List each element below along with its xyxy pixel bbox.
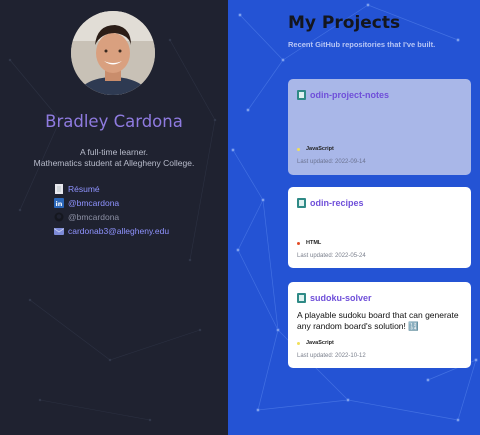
profile-panel: Bradley Cardona A full-time learner. Mat…: [0, 0, 228, 435]
language-dot: [297, 241, 300, 245]
language-label: JavaScript: [306, 340, 334, 346]
repo-updated: Last updated: 2022-09-14: [297, 159, 366, 165]
bio-line-2: Mathematics student at Allegheny College…: [33, 158, 195, 168]
repo-icon: [297, 293, 306, 303]
resume-label: Résumé: [68, 184, 100, 194]
resume-link[interactable]: Résumé: [54, 182, 169, 196]
email-link[interactable]: cardonab3@allegheny.edu: [53, 224, 170, 238]
repo-language: JavaScript: [297, 146, 334, 152]
repo-header: odin-project-notes: [297, 88, 462, 102]
repo-card[interactable]: odin-project-notes JavaScript Last updat…: [288, 79, 471, 175]
linkedin-link[interactable]: in @bmcardona: [54, 196, 169, 210]
language-label: JavaScript: [306, 146, 334, 152]
repo-name-link[interactable]: odin-recipes: [310, 198, 364, 208]
repo-name-link[interactable]: odin-project-notes: [310, 90, 389, 100]
svg-text:in: in: [56, 200, 63, 208]
github-label: @bmcardona: [68, 212, 120, 222]
repo-name-link[interactable]: sudoku-solver: [310, 293, 372, 303]
repo-language: HTML: [297, 240, 321, 246]
projects-panel: My Projects Recent GitHub repositories t…: [228, 0, 480, 435]
email-icon: [53, 226, 65, 236]
language-dot: [297, 341, 300, 345]
repo-header: odin-recipes: [297, 196, 462, 210]
language-label: HTML: [306, 240, 322, 246]
bio-line-1: A full-time learner.: [79, 147, 149, 157]
social-links: Résumé in @bmcardona @bmcardona cardonab…: [53, 182, 170, 238]
repo-icon: [297, 90, 306, 100]
repo-card[interactable]: odin-recipes HTML Last updated: 2022-05-…: [288, 187, 471, 268]
page-title: My Projects: [288, 13, 401, 33]
repo-icon: [297, 198, 306, 208]
repo-updated: Last updated: 2022-10-12: [297, 353, 366, 359]
repo-updated: Last updated: 2022-05-24: [297, 253, 366, 259]
github-link[interactable]: @bmcardona: [54, 210, 169, 224]
profile-name: Bradley Cardona: [45, 112, 183, 131]
page-subtitle: Recent GitHub repositories that I've bui…: [288, 40, 436, 49]
repo-header: sudoku-solver: [297, 291, 462, 305]
repo-card[interactable]: sudoku-solver A playable sudoku board th…: [288, 282, 471, 368]
avatar-photo: [71, 11, 155, 95]
github-icon: [54, 212, 64, 222]
linkedin-icon: in: [54, 198, 64, 208]
document-icon: [54, 184, 64, 194]
language-dot: [297, 147, 300, 151]
repo-language: JavaScript: [297, 340, 334, 346]
avatar: [71, 11, 155, 95]
linkedin-label: @bmcardona: [68, 198, 120, 208]
email-label: cardonab3@allegheny.edu: [68, 226, 170, 236]
repo-description: A playable sudoku board that can generat…: [297, 310, 459, 331]
